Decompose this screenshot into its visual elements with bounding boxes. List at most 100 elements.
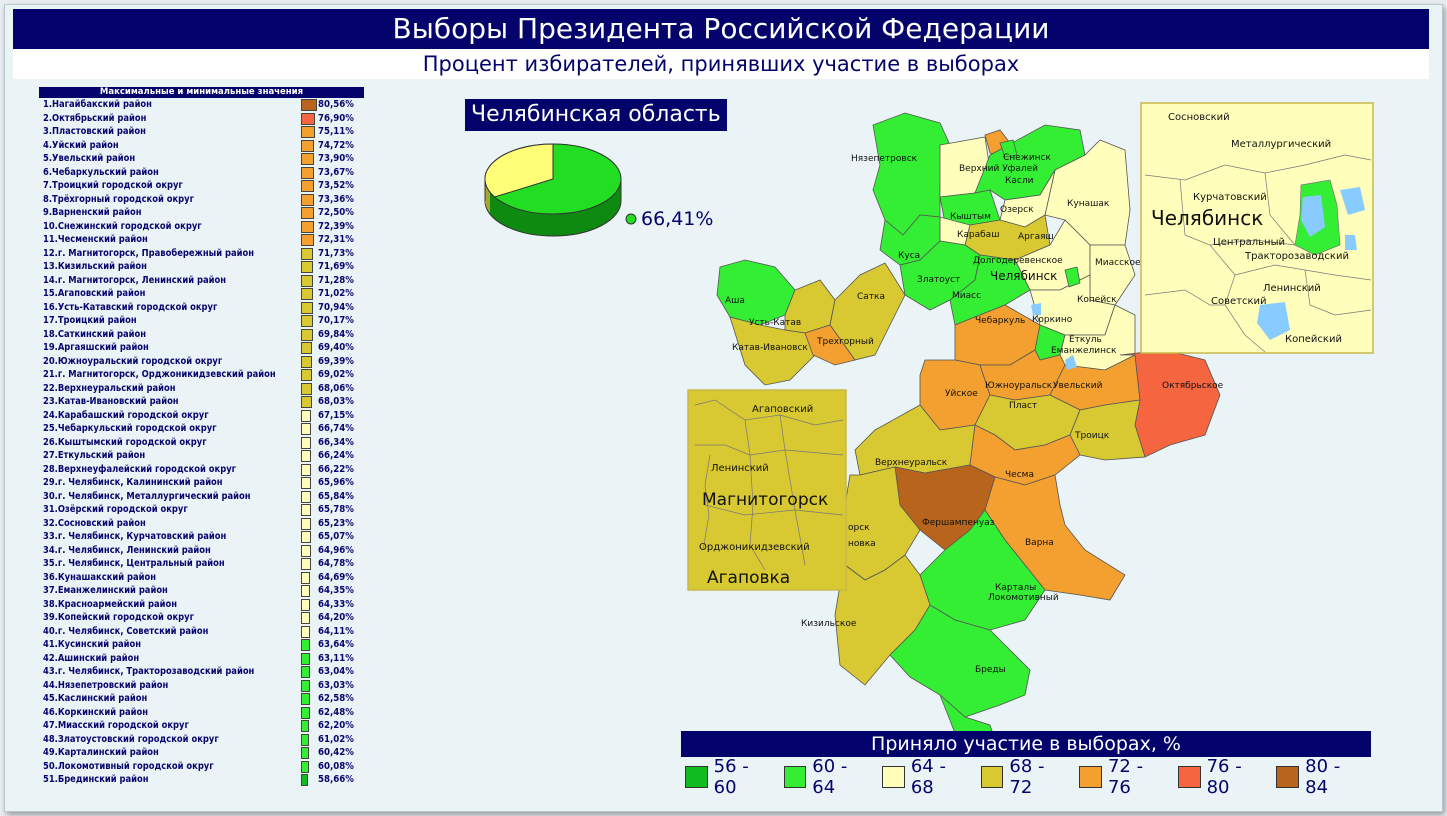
legend-swatch bbox=[882, 766, 905, 788]
ranking-label: 40.г. Челябинск, Советский район bbox=[43, 625, 209, 637]
ranking-bar bbox=[301, 571, 311, 584]
map-label: Миасское bbox=[1095, 258, 1141, 268]
legend-swatch bbox=[783, 766, 807, 788]
ranking-value: 65,84% bbox=[318, 490, 354, 502]
ranking-row: 34.г. Челябинск, Ленинский район 64,96% bbox=[39, 544, 369, 558]
map-label: орск bbox=[848, 523, 870, 533]
ranking-bar bbox=[301, 126, 315, 138]
ranking-value: 74,72% bbox=[318, 139, 354, 151]
ranking-value: 58,66% bbox=[318, 774, 354, 785]
ranking-bar bbox=[301, 706, 310, 719]
ranking-row: 7.Троицкий городской округ 73,52% bbox=[39, 179, 369, 193]
ranking-value: 63,64% bbox=[318, 639, 354, 650]
ranking-bar bbox=[301, 612, 311, 624]
ranking-value: 71,28% bbox=[318, 274, 354, 286]
ranking-row: 21.г. Магнитогорск, Орджоникидзевский ра… bbox=[39, 368, 369, 382]
ranking-row: 33.г. Челябинск, Курчатовский район 65,07… bbox=[39, 530, 369, 544]
ranking-row: 6.Чебаркульский район 73,67% bbox=[39, 166, 369, 180]
ranking-row: 31.Озёрский городской округ 65,78% bbox=[39, 503, 369, 517]
ranking-value: 72,31% bbox=[318, 234, 354, 245]
ranking-label: 41.Кусинский район bbox=[43, 639, 141, 650]
map-label: Южноуральск bbox=[985, 381, 1053, 391]
inset-district-label: Ленинский bbox=[711, 463, 769, 474]
map-label: Троицк bbox=[1074, 431, 1110, 441]
ranking-row: 28.Верхнеуфалейский городской округ 66,22… bbox=[39, 463, 369, 477]
ranking-value: 64,11% bbox=[318, 625, 354, 637]
ranking-value: 76,90% bbox=[318, 112, 354, 124]
ranking-row: 45.Каслинский район 62,58% bbox=[39, 692, 369, 706]
ranking-label: 39.Копейский городской округ bbox=[43, 612, 194, 623]
ranking-label: 7.Троицкий городской округ bbox=[43, 180, 183, 191]
inset-district-label: Агаповский bbox=[752, 404, 813, 415]
legend-swatch bbox=[1276, 766, 1300, 788]
ranking-row: 43.г. Челябинск, Тракторозаводский район… bbox=[39, 665, 369, 679]
ranking-label: 4.Уйский район bbox=[43, 139, 119, 151]
ranking-bar bbox=[301, 139, 315, 152]
legend-swatch bbox=[1177, 766, 1201, 788]
ranking-value: 65,96% bbox=[318, 477, 354, 488]
legend-label: 64 - 68 bbox=[910, 756, 946, 798]
ranking-value: 70,17% bbox=[318, 315, 354, 326]
ranking-label: 29.г. Челябинск, Калининский район bbox=[43, 477, 223, 488]
ranking-label: 3.Пластовский район bbox=[43, 126, 146, 137]
ranking-label: 18.Саткинский район bbox=[43, 328, 147, 340]
turnout-pie-chart bbox=[484, 143, 637, 237]
ranking-row: 32.Сосновский район 65,23% bbox=[39, 517, 369, 531]
inset-district-label: Ленинский bbox=[1263, 283, 1321, 294]
ranking-row: 12.г. Магнитогорск, Правобережный район 7… bbox=[39, 247, 369, 261]
ranking-bar bbox=[301, 666, 310, 678]
map-label: Чебаркуль bbox=[975, 316, 1025, 326]
ranking-bar bbox=[301, 693, 310, 705]
ranking-label: 15.Агаповский район bbox=[43, 288, 146, 299]
ranking-bar bbox=[301, 477, 311, 489]
legend-item: 68 - 72 bbox=[980, 756, 1065, 798]
ranking-label: 26.Кыштымский городской округ bbox=[43, 436, 207, 448]
ranking-bar bbox=[301, 652, 310, 665]
legend-item: 64 - 68 bbox=[882, 756, 966, 798]
ranking-bar bbox=[301, 774, 309, 786]
map-label: Катав-Ивановск bbox=[732, 343, 808, 353]
map-label: Варна bbox=[1025, 538, 1054, 548]
ranking-value: 66,74% bbox=[318, 423, 354, 434]
ranking-value: 69,40% bbox=[318, 342, 354, 353]
ranking-value: 73,36% bbox=[318, 193, 354, 205]
ranking-label: 27.Еткульский район bbox=[43, 450, 146, 461]
ranking-bar bbox=[301, 544, 311, 557]
ranking-bar bbox=[301, 153, 315, 165]
ranking-value: 63,04% bbox=[318, 666, 354, 677]
legend-label: 68 - 72 bbox=[1009, 756, 1045, 798]
ranking-bar bbox=[301, 234, 314, 246]
ranking-bar bbox=[301, 490, 311, 503]
map-label: Нязепетровск bbox=[851, 154, 918, 164]
map-label: Еманжелинск bbox=[1051, 346, 1117, 356]
ranking-label: 5.Увельский район bbox=[43, 153, 136, 164]
ranking-label: 30.г. Челябинск, Металлургический район bbox=[43, 490, 251, 502]
page-subtitle: Процент избирателей, принявших участие в… bbox=[13, 49, 1429, 79]
ranking-bar bbox=[301, 180, 314, 192]
ranking-row: 20.Южноуральский городской округ 69,39% bbox=[39, 355, 369, 369]
ranking-value: 62,20% bbox=[318, 720, 354, 731]
ranking-bar bbox=[301, 760, 309, 773]
ranking-value: 65,23% bbox=[318, 517, 354, 529]
ranking-label: 19.Аргаяшский район bbox=[43, 342, 149, 353]
ranking-row: 48.Златоустовский городской округ 61,02% bbox=[39, 733, 369, 747]
ranking-value: 63,11% bbox=[318, 652, 354, 664]
ranking-row: 5.Увельский район 73,90% bbox=[39, 152, 369, 166]
map-label: Увельский bbox=[1053, 381, 1103, 391]
ranking-row: 50.Локомотивный городской округ 60,08% bbox=[39, 760, 369, 774]
ranking-label: 37.Еманжелинский район bbox=[43, 585, 168, 596]
ranking-row: 27.Еткульский район 66,24% bbox=[39, 449, 369, 463]
ranking-label: 48.Златоустовский городской округ bbox=[43, 733, 219, 745]
ranking-row: 44.Нязепетровский район 63,03% bbox=[39, 679, 369, 693]
legend-item: 76 - 80 bbox=[1177, 756, 1262, 798]
ranking-label: 47.Миасский городской округ bbox=[43, 720, 189, 731]
map-label: Карабаш bbox=[957, 230, 999, 240]
inset-district-label: Орджоникидзевский bbox=[699, 542, 810, 553]
ranking-bar bbox=[301, 193, 314, 206]
ranking-bar bbox=[301, 342, 313, 354]
ranking-value: 69,02% bbox=[318, 369, 354, 380]
ranking-row: 16.Усть-Катавский городской округ 70,94% bbox=[39, 301, 369, 315]
ranking-value: 69,84% bbox=[318, 328, 354, 340]
ranking-row: 2.Октябрьский район 76,90% bbox=[39, 112, 369, 126]
ranking-label: 9.Варненский район bbox=[43, 207, 142, 218]
